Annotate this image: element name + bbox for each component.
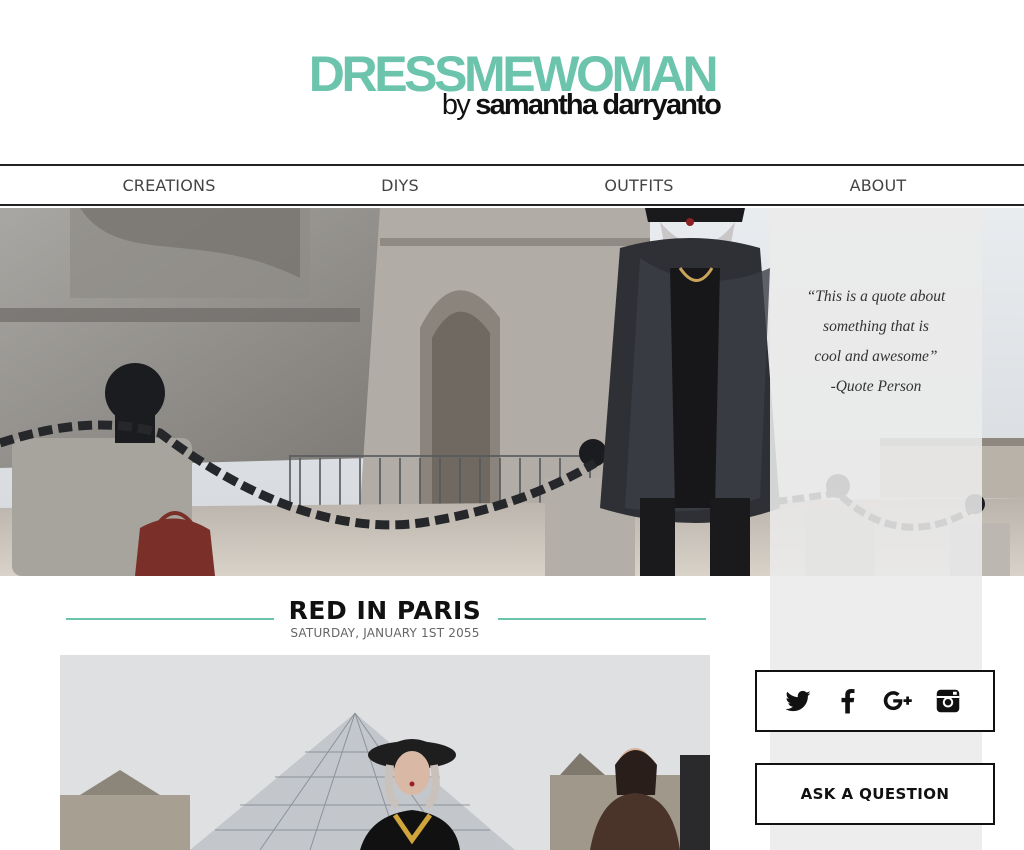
post-title[interactable]: RED IN PARIS [270,594,500,628]
sidebar-quote: “This is a quote about something that is… [776,282,976,402]
site-logo[interactable]: DRESSMEWOMAN by samantha darryanto [0,0,1024,164]
logo-author: samantha darryanto [475,89,722,121]
title-rule-left [66,618,274,620]
logo-byline: by samantha darryanto [300,88,722,122]
post-image[interactable] [60,655,710,850]
twitter-icon[interactable] [783,686,813,716]
main-nav: CREATIONS DIYS OUTFITS ABOUT [0,164,1024,206]
facebook-icon[interactable] [833,686,863,716]
nav-item-about[interactable]: ABOUT [798,166,958,204]
ask-question-button[interactable]: ASK A QUESTION [755,763,995,825]
quote-author: -Quote Person [830,378,922,395]
nav-item-diys[interactable]: DIYS [320,166,480,204]
google-plus-icon[interactable] [883,686,913,716]
quote-line: “This is a quote about [806,288,946,305]
social-links [755,670,995,732]
title-rule-right [498,618,706,620]
logo-by: by [441,89,471,121]
nav-item-outfits[interactable]: OUTFITS [559,166,719,204]
quote-line: something that is [823,318,929,335]
post-date: SATURDAY, JANUARY 1ST 2055 [290,626,480,640]
instagram-icon[interactable] [933,686,963,716]
nav-item-creations[interactable]: CREATIONS [89,166,249,204]
quote-line: cool and awesome” [814,348,938,365]
